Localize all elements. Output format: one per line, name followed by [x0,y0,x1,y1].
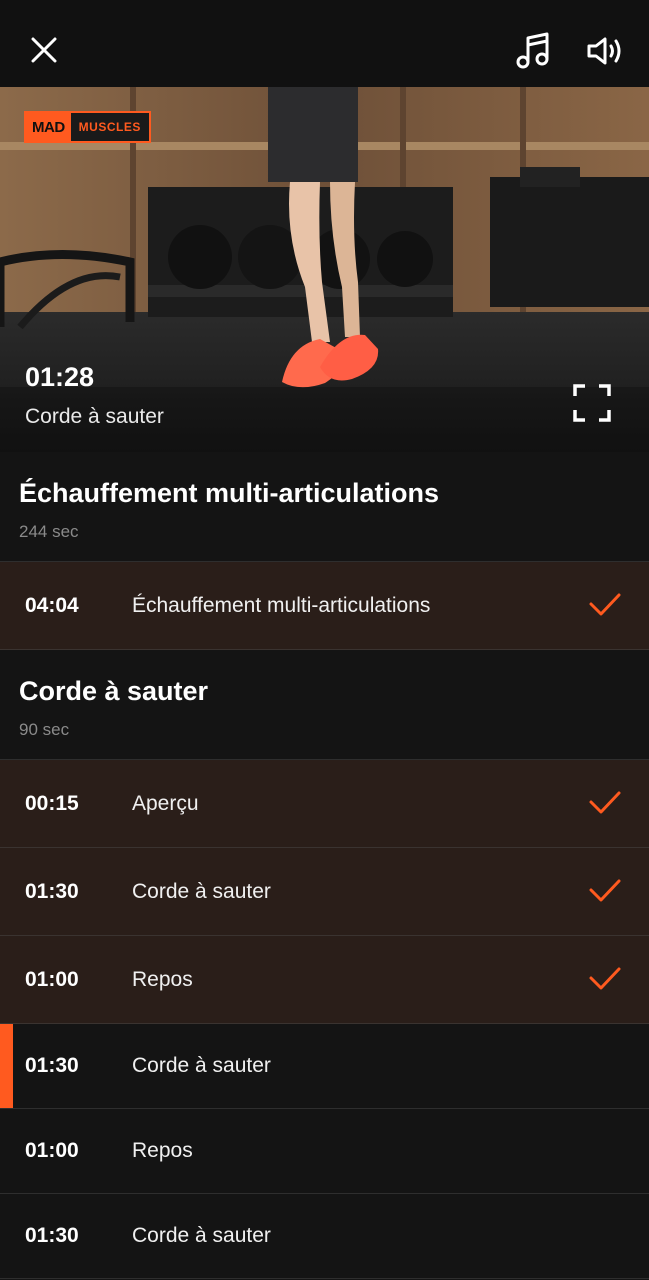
section-duration: 244 sec [19,522,79,541]
item-time: 04:04 [25,593,79,617]
item-name: Repos [132,1139,193,1162]
checkmark-icon [589,879,621,902]
video-exercise-name: Corde à sauter [25,405,164,428]
checkmark-icon [589,967,621,990]
speaker-icon [587,37,621,65]
close-icon [31,37,57,63]
video-timer: 01:28 [25,362,95,392]
checkmark-icon [589,593,621,616]
item-time: 01:00 [25,1139,79,1162]
exercise-list: Échauffement multi-articulations 244 sec… [0,452,649,1279]
list-item[interactable]: 00:15 Aperçu [0,760,649,848]
section-duration: 90 sec [19,720,70,739]
music-button[interactable] [510,28,556,74]
list-item[interactable]: 04:04 Échauffement multi-articulations [0,562,649,650]
item-time: 01:30 [25,1054,79,1077]
item-name: Repos [132,967,193,991]
fullscreen-icon [573,384,611,422]
item-name: Aperçu [132,791,199,815]
logo-muscles-text: MUSCLES [78,120,141,134]
fullscreen-button[interactable] [571,382,613,424]
item-time: 01:30 [25,879,79,903]
current-indicator [0,1024,13,1108]
checkmark-icon [589,791,621,814]
brand-logo: MAD MUSCLES [24,111,151,143]
item-time: 01:30 [25,1224,79,1247]
section-header-jump-rope: Corde à sauter 90 sec [0,650,649,760]
music-note-icon [516,32,549,69]
section-header-warmup: Échauffement multi-articulations 244 sec [0,452,649,562]
sound-button[interactable] [582,28,628,74]
section-title: Corde à sauter [19,676,209,706]
list-item-current[interactable]: 01:30 Corde à sauter [0,1024,649,1109]
top-bar [0,0,649,87]
list-item[interactable]: 01:00 Repos [0,1109,649,1194]
item-time: 01:00 [25,967,79,991]
logo-mad-text: MAD [26,113,71,141]
video-player[interactable]: MAD MUSCLES 01:28 Corde à sauter [0,87,649,452]
item-name: Corde à sauter [132,1054,271,1077]
item-name: Corde à sauter [132,879,271,903]
section-title: Échauffement multi-articulations [19,478,440,508]
list-item[interactable]: 01:30 Corde à sauter [0,1194,649,1279]
item-time: 00:15 [25,791,79,815]
item-name: Échauffement multi-articulations [132,593,431,617]
list-item[interactable]: 01:00 Repos [0,936,649,1024]
item-name: Corde à sauter [132,1224,271,1247]
list-item[interactable]: 01:30 Corde à sauter [0,848,649,936]
close-button[interactable] [24,30,64,70]
